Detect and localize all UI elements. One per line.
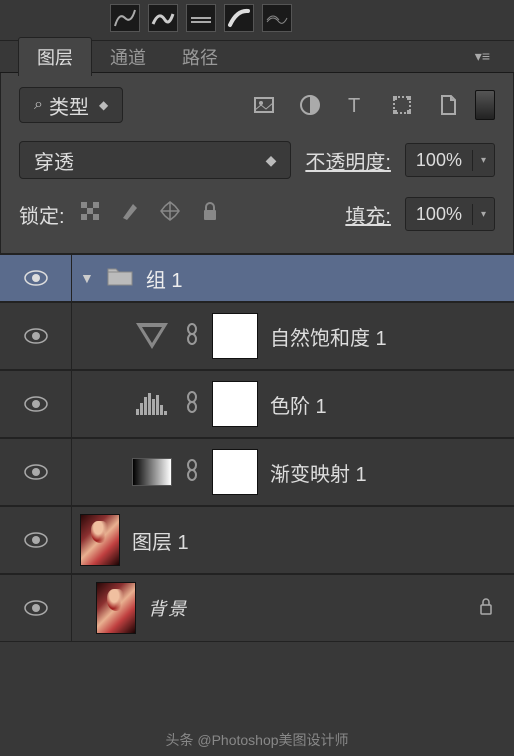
chevron-down-icon: ◆ [99, 98, 108, 112]
lock-label: 锁定: [19, 200, 65, 229]
blend-mode-select[interactable]: 穿透 ◆ [19, 141, 291, 179]
opacity-input[interactable]: 100% ▾ [405, 143, 495, 177]
gradient-map-icon [132, 458, 172, 486]
opacity-label[interactable]: 不透明度: [305, 146, 391, 175]
filter-shape-icon[interactable] [389, 92, 415, 118]
fill-label[interactable]: 填充: [345, 200, 391, 229]
layer-name[interactable]: 自然饱和度 1 [270, 322, 387, 351]
panel-menu-icon[interactable]: ▾≡ [451, 48, 514, 65]
tab-layers[interactable]: 图层 [18, 37, 92, 76]
layers-list: ▼ 组 1 自然饱和度 1 色阶 1 渐变映射 1 [0, 254, 514, 642]
brush-preset-2[interactable] [148, 4, 178, 32]
layers-panel-body: ⌕ 类型 ◆ T 穿透 ◆ 不透明度: 100% ▾ 锁定: [0, 73, 514, 254]
visibility-icon[interactable] [24, 532, 48, 548]
visibility-icon[interactable] [24, 396, 48, 412]
chevron-down-icon: ◆ [266, 152, 277, 169]
fill-value: 100% [406, 204, 473, 225]
link-mask-icon[interactable] [184, 323, 200, 350]
opacity-value: 100% [406, 150, 473, 171]
lock-pixels-icon[interactable] [119, 200, 141, 228]
layer-name[interactable]: 组 1 [146, 264, 183, 293]
panel-tabs: 图层 通道 路径 ▾≡ [0, 41, 514, 73]
visibility-icon[interactable] [24, 328, 48, 344]
folder-icon [106, 265, 134, 292]
layer-row-group[interactable]: ▼ 组 1 [0, 254, 514, 302]
layer-mask-thumb[interactable] [212, 449, 258, 495]
visibility-icon[interactable] [24, 464, 48, 480]
disclosure-icon[interactable]: ▼ [80, 270, 94, 286]
filter-smartobject-icon[interactable] [435, 92, 461, 118]
blend-mode-value: 穿透 [34, 146, 74, 175]
link-mask-icon[interactable] [184, 391, 200, 418]
layer-mask-thumb[interactable] [212, 381, 258, 427]
filter-type-icon[interactable]: T [343, 92, 369, 118]
filter-label: 类型 [49, 91, 89, 120]
lock-icon [478, 597, 494, 620]
layer-name[interactable]: 背景 [148, 595, 188, 621]
filter-adjustment-icon[interactable] [297, 92, 323, 118]
brush-preset-4[interactable] [224, 4, 254, 32]
footer-credit: 头条 @Photoshop美图设计师 [0, 730, 514, 750]
layer-thumb[interactable] [96, 582, 136, 634]
layer-thumb[interactable] [80, 514, 120, 566]
tab-paths[interactable]: 路径 [164, 37, 236, 76]
layer-name[interactable]: 渐变映射 1 [270, 458, 367, 487]
brush-preset-1[interactable] [110, 4, 140, 32]
chevron-down-icon[interactable]: ▾ [473, 155, 494, 166]
layer-row-levels[interactable]: 色阶 1 [0, 370, 514, 438]
lock-transparency-icon[interactable] [79, 200, 101, 228]
layer-name[interactable]: 色阶 1 [270, 390, 327, 419]
layer-name[interactable]: 图层 1 [132, 526, 189, 555]
lock-position-icon[interactable] [159, 200, 181, 228]
visibility-icon[interactable] [24, 600, 48, 616]
layer-mask-thumb[interactable] [212, 313, 258, 359]
filter-pixel-icon[interactable] [251, 92, 277, 118]
chevron-down-icon[interactable]: ▾ [473, 209, 494, 220]
layer-row-image[interactable]: 图层 1 [0, 506, 514, 574]
lock-all-icon[interactable] [199, 200, 221, 228]
brush-preset-row [0, 0, 514, 41]
search-icon: ⌕ [34, 96, 43, 114]
brush-preset-5[interactable] [262, 4, 292, 32]
visibility-icon[interactable] [24, 270, 48, 286]
tab-channels[interactable]: 通道 [92, 37, 164, 76]
vibrance-icon [132, 323, 172, 349]
layer-row-gradient-map[interactable]: 渐变映射 1 [0, 438, 514, 506]
filter-toggle-switch[interactable] [475, 90, 495, 120]
layer-filter-select[interactable]: ⌕ 类型 ◆ [19, 87, 123, 123]
link-mask-icon[interactable] [184, 459, 200, 486]
fill-input[interactable]: 100% ▾ [405, 197, 495, 231]
levels-icon [132, 391, 172, 417]
svg-text:T: T [348, 95, 360, 117]
layer-row-background[interactable]: 背景 [0, 574, 514, 642]
layer-row-vibrance[interactable]: 自然饱和度 1 [0, 302, 514, 370]
brush-preset-3[interactable] [186, 4, 216, 32]
